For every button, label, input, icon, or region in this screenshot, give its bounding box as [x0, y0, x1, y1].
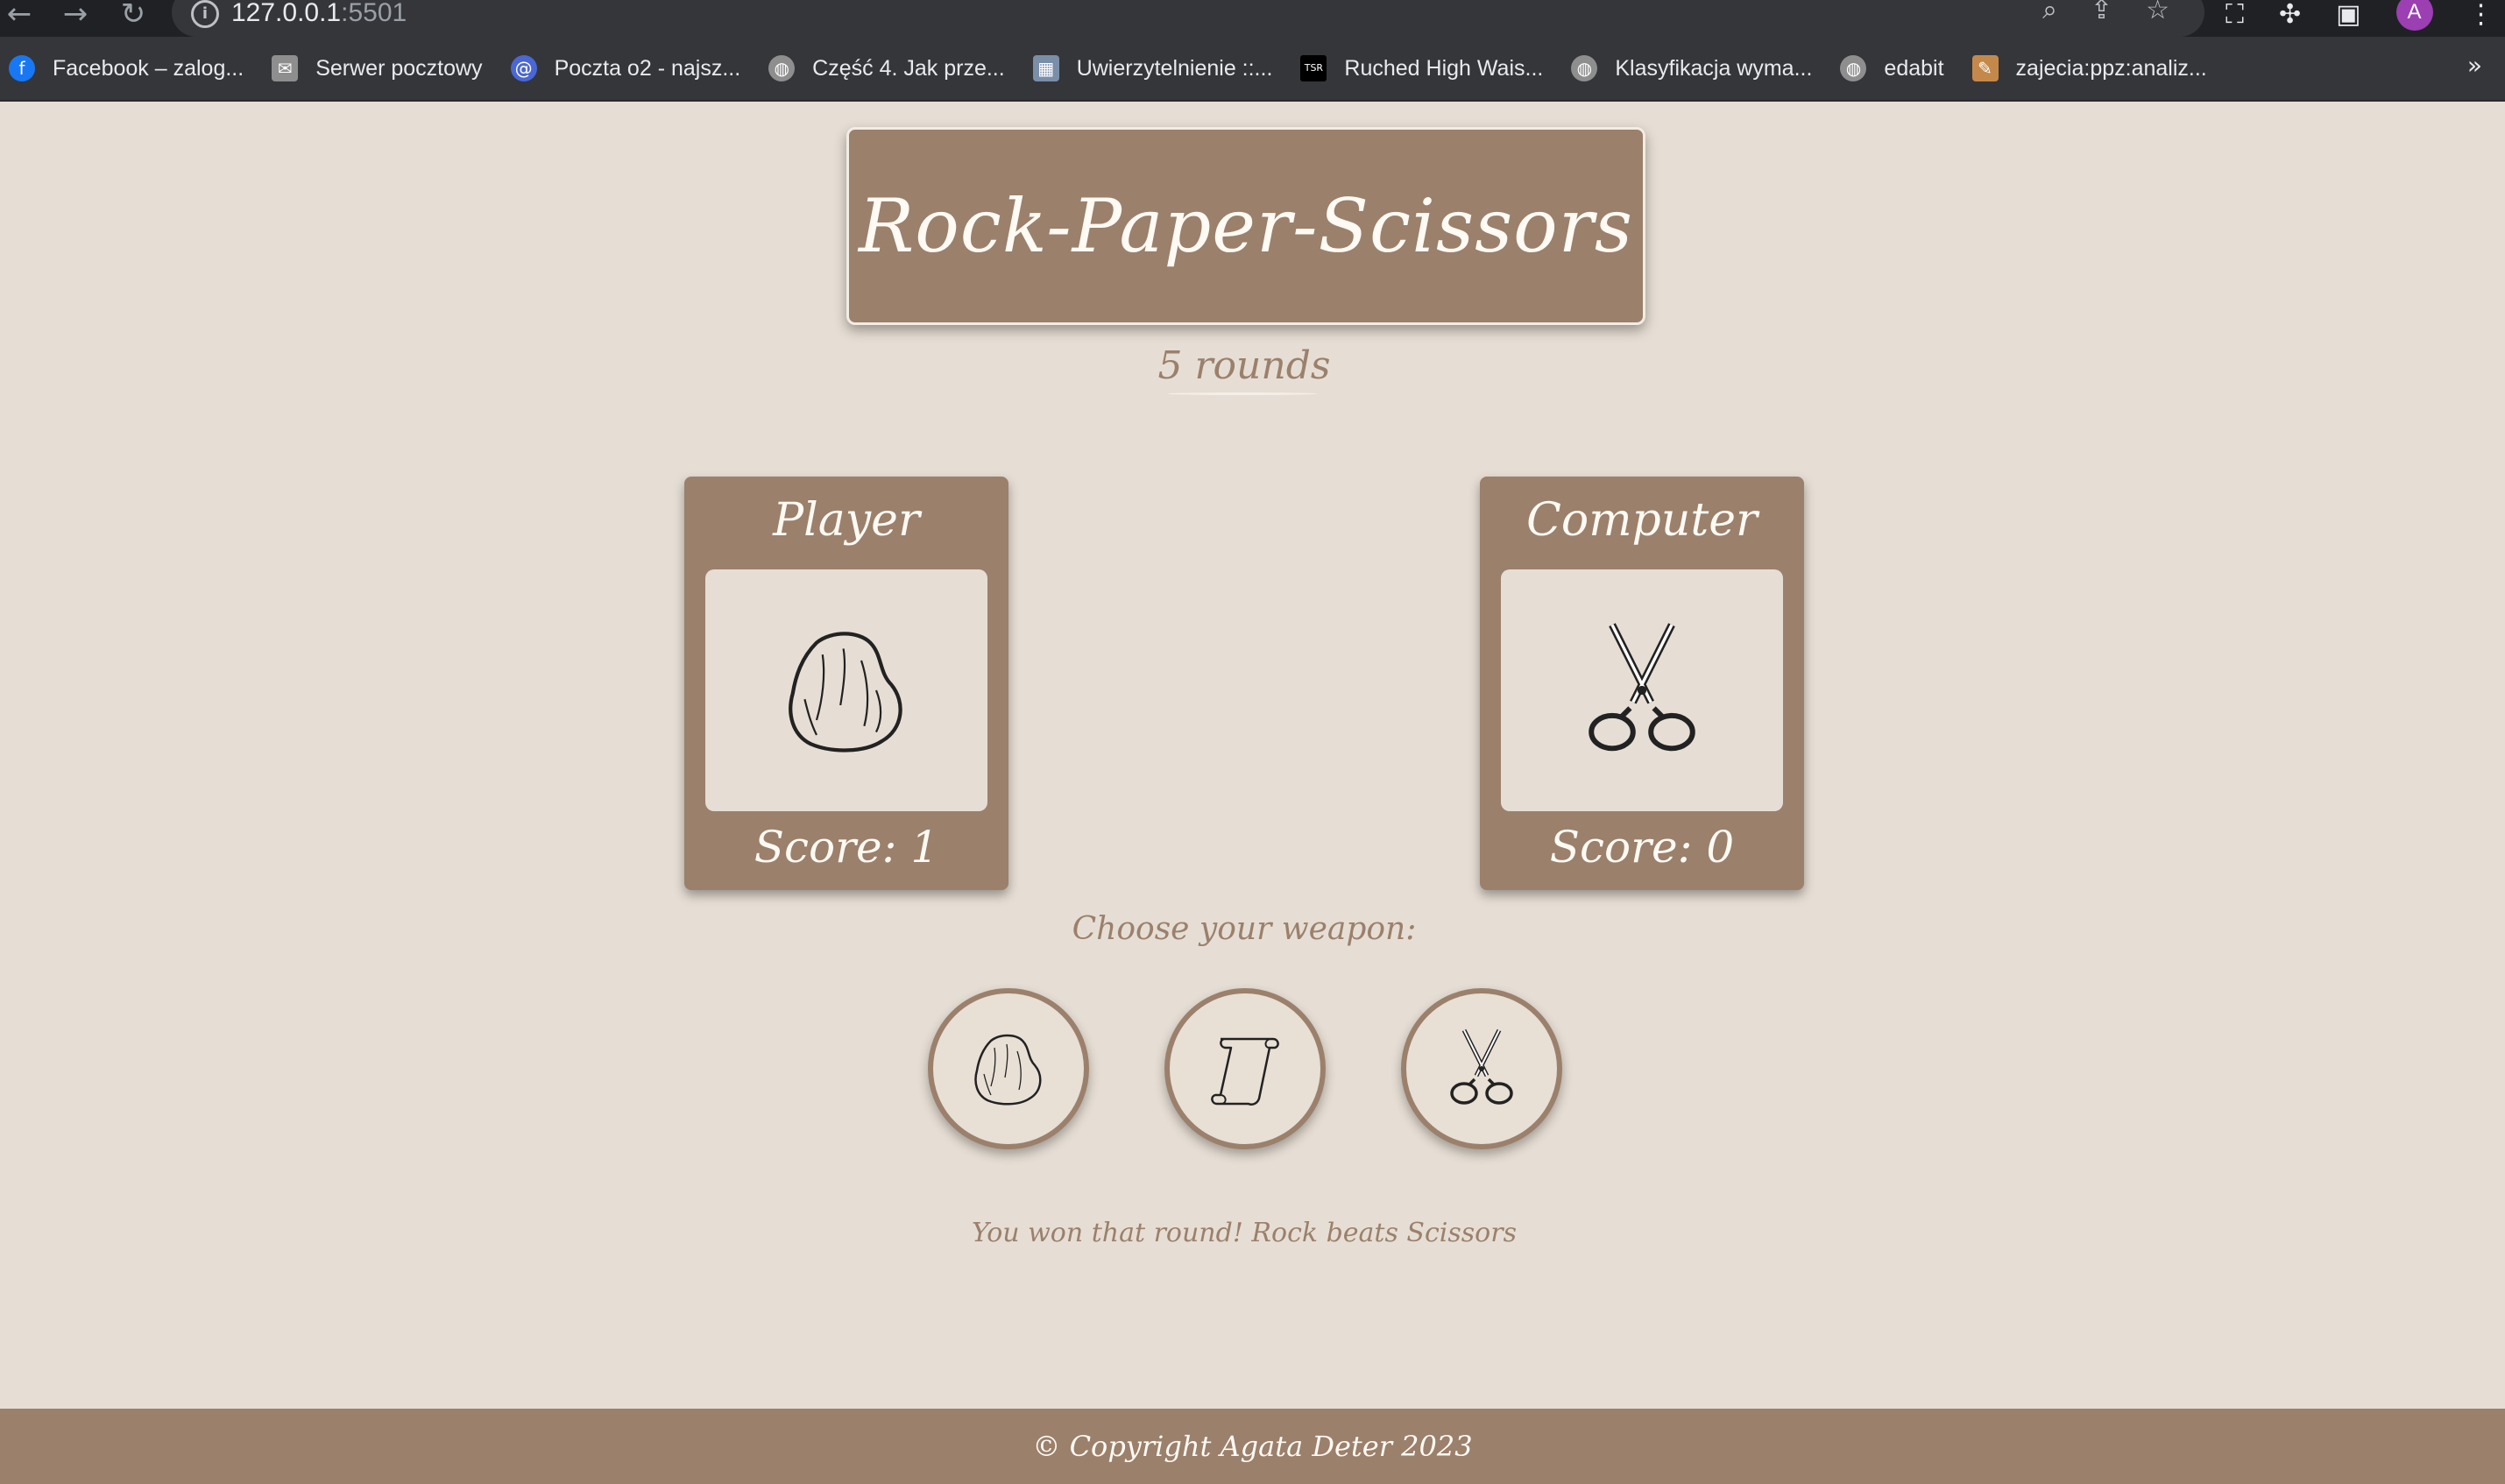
bookmark-star-icon[interactable]: ☆ [2146, 0, 2169, 25]
player-choice-panel [705, 569, 987, 811]
side-panel-icon[interactable]: ▣ [2336, 0, 2360, 30]
computer-name: Computer [1526, 494, 1758, 547]
shop-logo-icon: TSR [1300, 55, 1327, 81]
player-name: Player [773, 494, 920, 547]
rock-icon [789, 632, 902, 753]
browser-toolbar: ← → ↻ i 127.0.0.1:5501 ⌕ ⇪ ☆ ⛶ ✣ ▣ A ⋮ [0, 0, 2505, 37]
profile-avatar[interactable]: A [2395, 0, 2433, 31]
mail-server-icon: ✉ [272, 55, 299, 81]
scissors-button[interactable] [1401, 988, 1562, 1149]
address-bar[interactable]: i 127.0.0.1:5501 ⌕ ⇪ ☆ [172, 0, 2204, 37]
scissors-icon [1450, 1028, 1513, 1105]
back-arrow-icon[interactable]: ← [2, 0, 37, 29]
bookmark-item[interactable]: ◍ edabit [1840, 55, 1944, 81]
title-banner: Rock-Paper-Scissors [846, 127, 1645, 325]
bookmark-item[interactable]: ◍ Klasyfikacja wyma... [1571, 55, 1812, 81]
computer-score: Score: 0 [1549, 822, 1735, 873]
scissors-icon [1589, 623, 1695, 752]
url-text[interactable]: 127.0.0.1:5501 [231, 0, 407, 28]
player-card: Player Score: 1 [684, 477, 1008, 890]
bookmark-item[interactable]: ◍ Część 4. Jak prze... [768, 55, 1005, 81]
globe-icon: ◍ [1571, 55, 1598, 81]
bookmark-item[interactable]: @ Poczta o2 - najsz... [510, 55, 740, 81]
player-score: Score: 1 [754, 822, 939, 873]
bookmarks-bar: f Facebook – zalog... ✉ Serwer pocztowy … [0, 37, 2505, 102]
page-title: Rock-Paper-Scissors [858, 183, 1634, 269]
paper-button[interactable] [1164, 988, 1326, 1149]
rock-icon [974, 1034, 1042, 1106]
bookmark-item[interactable]: TSR Ruched High Wais... [1300, 55, 1543, 81]
copyright-text: © Copyright Agata Deter 2023 [1032, 1430, 1473, 1463]
bookmark-item[interactable]: ✎ zajecia:ppz:analiz... [1971, 55, 2207, 81]
bookmark-item[interactable]: ▦ Uwierzytelnienie ::... [1032, 55, 1272, 81]
wiki-icon: ✎ [1971, 55, 1999, 81]
bookmarks-overflow-button[interactable]: » [2467, 51, 2482, 80]
computer-choice-panel [1501, 569, 1783, 811]
facebook-icon: f [9, 55, 35, 81]
bookmark-item[interactable]: ✉ Serwer pocztowy [272, 55, 483, 81]
footer: © Copyright Agata Deter 2023 [0, 1409, 2505, 1484]
rounds-underline [1167, 392, 1318, 395]
globe-icon: ◍ [768, 55, 796, 81]
auth-site-icon: ▦ [1032, 55, 1059, 81]
o2-mail-icon: @ [510, 55, 537, 81]
rounds-label: 5 rounds [1157, 343, 1331, 388]
choose-weapon-label: Choose your weapon: [1072, 911, 1417, 947]
puzzle-extensions-icon[interactable]: ✣ [2279, 0, 2301, 30]
bookmark-item[interactable]: f Facebook – zalog... [9, 55, 244, 81]
reload-icon[interactable]: ↻ [116, 0, 151, 29]
extension-icon[interactable]: ⛶ [2225, 0, 2244, 30]
menu-kebab-icon[interactable]: ⋮ [2468, 0, 2494, 30]
paper-scroll-icon [1211, 1037, 1279, 1106]
rock-button[interactable] [928, 988, 1089, 1149]
site-info-icon[interactable]: i [191, 0, 219, 28]
computer-card: Computer Score: 0 [1480, 477, 1804, 890]
share-icon[interactable]: ⇪ [2091, 0, 2112, 25]
zoom-icon[interactable]: ⌕ [2042, 0, 2057, 25]
round-result-message: You won that round! Rock beats Scissors [972, 1218, 1517, 1248]
forward-arrow-icon[interactable]: → [58, 0, 93, 29]
globe-icon: ◍ [1840, 55, 1867, 81]
